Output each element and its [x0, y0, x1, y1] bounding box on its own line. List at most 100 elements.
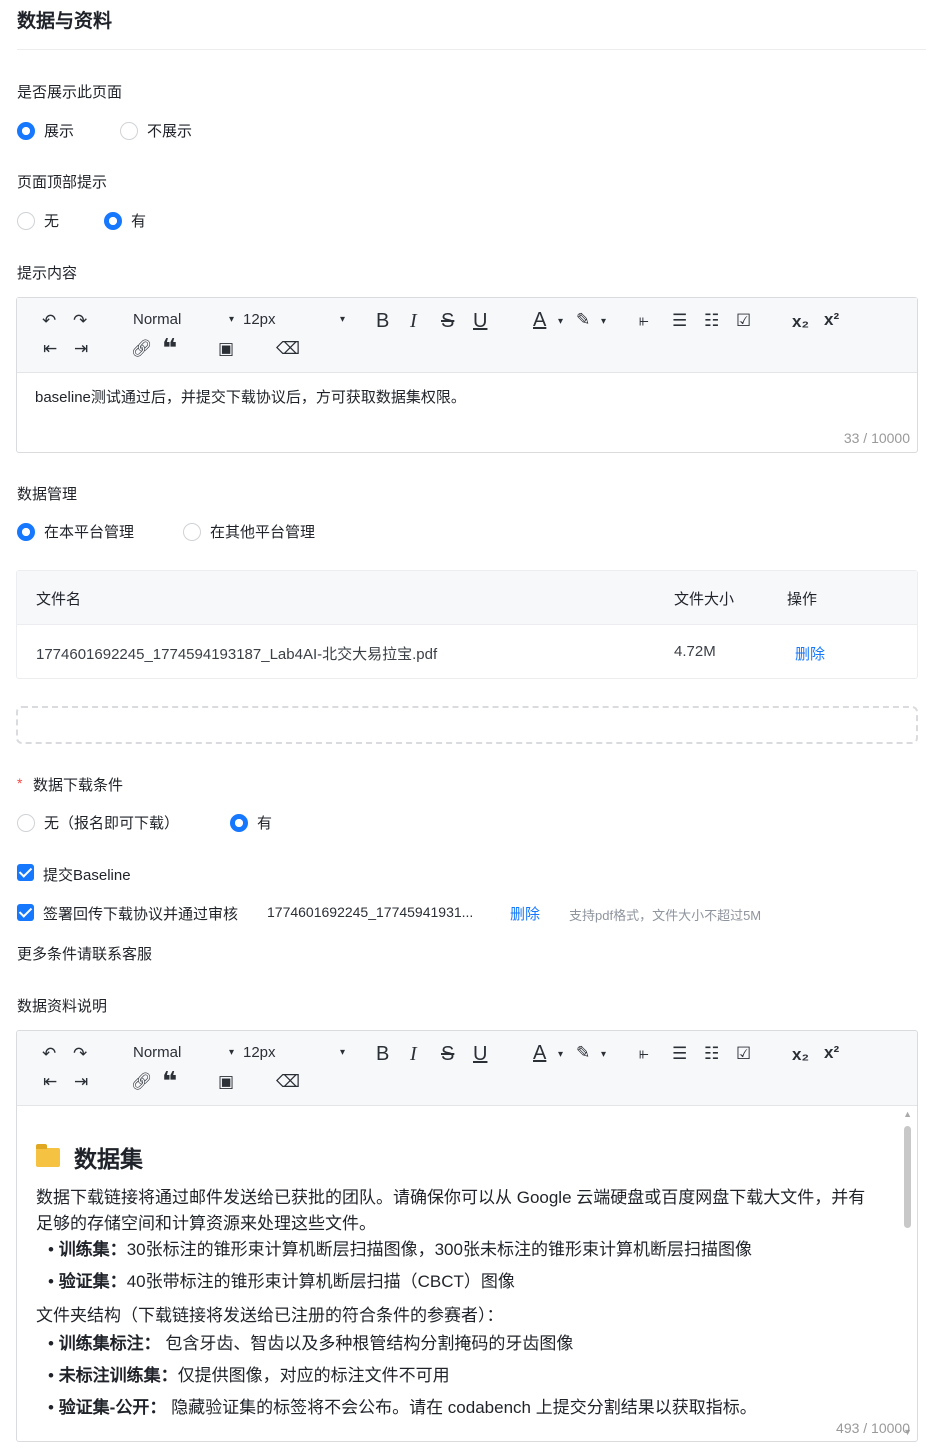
list-item: • 训练集：30张标注的锥形束计算机断层扫描图像，300张未标注的锥形束计算机断…	[48, 1240, 752, 1259]
subscript-icon[interactable]: x₂	[792, 1045, 809, 1065]
radio-checked-icon	[17, 522, 35, 541]
link-icon[interactable]: 🔗︎	[131, 339, 153, 359]
upload-hint: 支持pdf格式，文件大小不超过5M	[569, 908, 762, 923]
radio-cond-none[interactable]: 无（报名即可下载）	[17, 812, 179, 833]
indent-icon[interactable]: ⇥	[74, 339, 88, 359]
highlight-icon[interactable]: ✎	[576, 1043, 590, 1063]
superscript-icon[interactable]: x²	[824, 1043, 839, 1063]
underline-icon[interactable]: U	[473, 311, 487, 331]
file-name: 1774601692245_1774594193187_Lab4AI-北交大易拉…	[36, 646, 438, 663]
outdent-icon[interactable]: ⇤	[43, 1072, 57, 1092]
indent-icon[interactable]: ⇥	[74, 1072, 88, 1092]
size-select[interactable]: 12px	[243, 310, 276, 330]
quote-icon[interactable]: ❝	[162, 335, 177, 361]
chevron-down-icon: ▾	[558, 1049, 564, 1060]
radio-show[interactable]: 展示	[17, 120, 74, 141]
col-action: 操作	[787, 591, 818, 608]
bullet-list-icon[interactable]: ☷	[704, 311, 719, 331]
chevron-down-icon: ▾	[340, 1047, 346, 1058]
dataset-heading-text: 数据集	[74, 1146, 143, 1172]
delete-file-button[interactable]: 删除	[795, 643, 825, 664]
italic-icon[interactable]: I	[410, 1044, 417, 1064]
top-hint-label: 页面顶部提示	[17, 174, 108, 191]
char-counter: 33 / 10000	[843, 430, 910, 446]
radio-checked-icon	[104, 211, 122, 230]
desc-paragraph-1: 数据下载链接将通过邮件发送给已获批的团队。请确保你可以从 Google 云端硬盘…	[36, 1188, 866, 1233]
strikethrough-icon[interactable]: S	[441, 1044, 454, 1064]
data-desc-label: 数据资料说明	[17, 998, 108, 1015]
subscript-icon[interactable]: x₂	[792, 312, 809, 332]
style-select[interactable]: Normal	[133, 1043, 181, 1063]
radio-local-mgmt[interactable]: 在本平台管理	[17, 521, 134, 542]
page-title: 数据与资料	[17, 11, 113, 32]
desc-content[interactable]: 数据集 数据下载链接将通过邮件发送给已获批的团队。请确保你可以从 Google …	[36, 1139, 866, 1421]
col-filename: 文件名	[36, 591, 82, 608]
checklist-icon[interactable]: ☑	[736, 1044, 751, 1064]
more-conditions: 更多条件请联系客服	[17, 946, 153, 963]
font-color-icon[interactable]: A	[533, 1043, 546, 1063]
radio-cond-yes[interactable]: 有	[230, 812, 272, 833]
radio-unchecked-icon	[120, 121, 138, 140]
checkbox-agreement[interactable]	[17, 904, 34, 921]
outdent-icon[interactable]: ⇤	[43, 339, 57, 359]
editor-toolbar: ↶ ↷ Normal ▾ 12px ▾ B I S U A ▾ ✎ ▾ ⫦ ☰ …	[17, 1031, 917, 1106]
radio-checked-icon	[17, 121, 35, 140]
undo-icon[interactable]: ↶	[42, 1044, 56, 1064]
checkbox-baseline-label: 提交Baseline	[43, 867, 131, 884]
highlight-icon[interactable]: ✎	[576, 310, 590, 330]
bold-icon[interactable]: B	[376, 311, 389, 331]
radio-hint-yes[interactable]: 有	[104, 210, 146, 231]
style-select[interactable]: Normal	[133, 310, 181, 330]
scroll-up-icon[interactable]: ▲	[903, 1109, 912, 1119]
superscript-icon[interactable]: x²	[824, 310, 839, 330]
col-filesize: 文件大小	[674, 591, 735, 608]
checkbox-baseline[interactable]	[17, 864, 34, 881]
radio-hint-none[interactable]: 无	[17, 210, 59, 231]
strikethrough-icon[interactable]: S	[441, 311, 454, 331]
font-color-icon[interactable]: A	[533, 310, 546, 330]
ordered-list-icon[interactable]: ☰	[672, 1044, 687, 1064]
folder-icon	[36, 1143, 60, 1167]
char-counter: 493 / 10000	[836, 1420, 910, 1436]
list-item: • 未标注训练集：仅提供图像，对应的标注文件不可用	[48, 1366, 450, 1385]
dataset-heading: 数据集	[36, 1139, 866, 1175]
data-mgmt-label: 数据管理	[17, 486, 78, 503]
eraser-icon[interactable]: ⌫	[276, 339, 300, 359]
chevron-down-icon: ▾	[601, 316, 607, 327]
radio-unchecked-icon	[183, 522, 201, 541]
desc-editor: ↶ ↷ Normal ▾ 12px ▾ B I S U A ▾ ✎ ▾ ⫦ ☰ …	[16, 1030, 918, 1442]
link-icon[interactable]: 🔗︎	[131, 1072, 153, 1092]
quote-icon[interactable]: ❝	[162, 1068, 177, 1094]
delete-agreement-button[interactable]: 删除	[510, 903, 540, 924]
undo-icon[interactable]: ↶	[42, 311, 56, 331]
desc-paragraph-2: 文件夹结构（下载链接将发送给已注册的符合条件的参赛者）：	[36, 1306, 504, 1325]
hint-editor-text[interactable]: baseline测试通过后，并提交下载协议后，方可获取数据集权限。	[35, 386, 466, 407]
eraser-icon[interactable]: ⌫	[276, 1072, 300, 1092]
scrollbar-thumb[interactable]	[904, 1126, 911, 1228]
size-select[interactable]: 12px	[243, 1043, 276, 1063]
align-icon[interactable]: ⫦	[639, 311, 649, 331]
download-cond-label: 数据下载条件	[33, 777, 124, 794]
upload-dropzone[interactable]	[16, 706, 918, 744]
chevron-down-icon: ▾	[340, 314, 346, 325]
image-icon[interactable]: ▣	[218, 1072, 234, 1092]
italic-icon[interactable]: I	[410, 311, 417, 331]
checklist-icon[interactable]: ☑	[736, 311, 751, 331]
radio-unchecked-icon	[17, 211, 35, 230]
file-size: 4.72M	[674, 643, 716, 660]
bullet-list-icon[interactable]: ☷	[704, 1044, 719, 1064]
hint-editor: ↶ ↷ Normal ▾ 12px ▾ B I S U A ▾ ✎ ▾ ⫦ ☰ …	[16, 297, 918, 453]
align-icon[interactable]: ⫦	[639, 1044, 649, 1064]
underline-icon[interactable]: U	[473, 1044, 487, 1064]
hint-content-label: 提示内容	[17, 265, 78, 282]
bold-icon[interactable]: B	[376, 1044, 389, 1064]
redo-icon[interactable]: ↷	[73, 1044, 87, 1064]
radio-unchecked-icon	[17, 813, 35, 832]
agreement-file-name: 1774601692245_17745941931...	[267, 904, 474, 920]
file-table: 文件名 文件大小 操作 1774601692245_1774594193187_…	[16, 570, 918, 679]
ordered-list-icon[interactable]: ☰	[672, 311, 687, 331]
radio-other-mgmt[interactable]: 在其他平台管理	[183, 521, 315, 542]
redo-icon[interactable]: ↷	[73, 311, 87, 331]
radio-hide[interactable]: 不展示	[120, 120, 192, 141]
image-icon[interactable]: ▣	[218, 339, 234, 359]
